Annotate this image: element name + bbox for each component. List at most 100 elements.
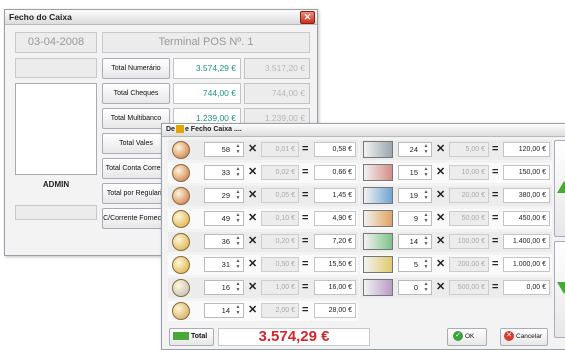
coin-count-input[interactable]: 33 ▲ ▼ xyxy=(204,165,244,180)
coin-icon xyxy=(172,141,190,159)
spinner-icon[interactable]: ▲ ▼ xyxy=(422,258,430,270)
note-unit-value: 200,00 € xyxy=(449,257,489,272)
equals-icon: = xyxy=(492,166,499,178)
arrow-up-button[interactable] xyxy=(554,140,565,237)
window-titlebar: Fecho do Caixa ✕ xyxy=(5,10,317,25)
arrow-down-icon xyxy=(557,282,565,294)
equals-icon: = xyxy=(302,235,309,247)
multiply-icon: ✕ xyxy=(248,281,258,293)
total-row-system-value: 744,00 € xyxy=(244,83,310,104)
arrow-down-button[interactable] xyxy=(554,241,565,338)
ok-button[interactable]: ✓ OK xyxy=(447,328,487,346)
note-row: 24 ▲ ▼ ✕ 5,00 € = 120,00 € xyxy=(360,140,552,160)
multiply-icon: ✕ xyxy=(248,258,258,270)
coin-row: 58 ▲ ▼ ✕ 0,01 € = 0,58 € xyxy=(168,140,358,160)
note-count-input[interactable]: 19 ▲ ▼ xyxy=(398,188,432,203)
date-field: 03-04-2008 xyxy=(15,32,97,53)
note-unit-value: 5,00 € xyxy=(449,142,489,157)
total-row-button[interactable]: Total por Regulariz xyxy=(102,183,170,204)
close-icon[interactable]: ✕ xyxy=(300,11,315,24)
spinner-icon[interactable]: ▲ ▼ xyxy=(422,189,430,201)
dialog-title: e Fecho Caixa .... xyxy=(184,126,242,133)
coin-unit-value: 0,01 € xyxy=(261,142,299,157)
coin-row-total: 4,90 € xyxy=(314,211,356,226)
spinner-icon[interactable]: ▲ ▼ xyxy=(234,166,242,178)
cancel-label: Cancelar xyxy=(516,333,543,340)
note-unit-value: 20,00 € xyxy=(449,188,489,203)
coin-row: 49 ▲ ▼ ✕ 0,10 € = 4,90 € xyxy=(168,209,358,229)
multiply-icon: ✕ xyxy=(248,143,258,155)
note-row-total: 150,00 € xyxy=(503,165,550,180)
user-photo xyxy=(15,83,97,175)
coin-row: 14 ▲ ▼ ✕ 2,00 € = 28,00 € xyxy=(168,301,358,321)
cancel-icon: ✕ xyxy=(504,331,514,342)
coin-count-input[interactable]: 58 ▲ ▼ xyxy=(204,142,244,157)
coin-icon xyxy=(172,164,190,182)
note-count-input[interactable]: 5 ▲ ▼ xyxy=(398,257,432,272)
total-button[interactable]: Total xyxy=(169,328,214,346)
coin-icon xyxy=(172,233,190,251)
coin-unit-value: 0,05 € xyxy=(261,188,299,203)
coin-count-value: 58 xyxy=(221,145,230,154)
coin-row: 29 ▲ ▼ ✕ 0,05 € = 1,45 € xyxy=(168,186,358,206)
equals-icon: = xyxy=(492,281,499,293)
banknote-icon xyxy=(363,187,393,204)
spinner-icon[interactable]: ▲ ▼ xyxy=(422,212,430,224)
coin-count-input[interactable]: 49 ▲ ▼ xyxy=(204,211,244,226)
note-count-value: 5 xyxy=(413,260,418,269)
equals-icon: = xyxy=(302,189,309,201)
coin-unit-value: 0,02 € xyxy=(261,165,299,180)
note-count-value: 19 xyxy=(409,191,418,200)
total-row-button[interactable]: Total Numerário xyxy=(102,58,170,79)
coin-count-input[interactable]: 16 ▲ ▼ xyxy=(204,280,244,295)
spinner-icon[interactable]: ▲ ▼ xyxy=(234,304,242,316)
note-count-input[interactable]: 24 ▲ ▼ xyxy=(398,142,432,157)
total-row-button[interactable]: Total Conta Corrent xyxy=(102,158,170,179)
window-title: Fecho do Caixa xyxy=(9,12,72,22)
note-count-value: 0 xyxy=(413,283,418,292)
coin-count-input[interactable]: 14 ▲ ▼ xyxy=(204,303,244,318)
multiply-icon: ✕ xyxy=(436,189,446,201)
cancel-button[interactable]: ✕ Cancelar xyxy=(500,328,548,346)
coin-icon xyxy=(172,302,190,320)
equals-icon: = xyxy=(302,143,309,155)
spinner-icon[interactable]: ▲ ▼ xyxy=(234,212,242,224)
note-count-input[interactable]: 0 ▲ ▼ xyxy=(398,280,432,295)
note-row: 0 ▲ ▼ ✕ 500,00 € = 0,00 € xyxy=(360,278,552,298)
note-row: 19 ▲ ▼ ✕ 20,00 € = 380,00 € xyxy=(360,186,552,206)
coin-row: 16 ▲ ▼ ✕ 1,00 € = 16,00 € xyxy=(168,278,358,298)
equals-icon: = xyxy=(302,258,309,270)
total-row-button[interactable]: Total Multibanco xyxy=(102,108,170,129)
coin-count-input[interactable]: 29 ▲ ▼ xyxy=(204,188,244,203)
spinner-icon[interactable]: ▲ ▼ xyxy=(234,258,242,270)
coin-row: 33 ▲ ▼ ✕ 0,02 € = 0,66 € xyxy=(168,163,358,183)
total-row-button[interactable]: C/Corrente Forneced xyxy=(102,208,170,229)
arrow-up-icon xyxy=(557,181,565,193)
note-count-input[interactable]: 9 ▲ ▼ xyxy=(398,211,432,226)
note-count-value: 15 xyxy=(409,168,418,177)
spinner-icon[interactable]: ▲ ▼ xyxy=(234,235,242,247)
banknote-icon xyxy=(363,279,393,296)
spinner-icon[interactable]: ▲ ▼ xyxy=(422,143,430,155)
coin-count-input[interactable]: 31 ▲ ▼ xyxy=(204,257,244,272)
coin-row-total: 7,20 € xyxy=(314,234,356,249)
coin-count-value: 33 xyxy=(221,168,230,177)
multiply-icon: ✕ xyxy=(436,281,446,293)
coin-count-value: 49 xyxy=(221,214,230,223)
spinner-icon[interactable]: ▲ ▼ xyxy=(422,235,430,247)
blank-field xyxy=(15,58,97,78)
total-row-button[interactable]: Total Cheques xyxy=(102,83,170,104)
coin-count-input[interactable]: 36 ▲ ▼ xyxy=(204,234,244,249)
note-row-total: 0,00 € xyxy=(503,280,550,295)
spinner-icon[interactable]: ▲ ▼ xyxy=(234,189,242,201)
note-count-input[interactable]: 14 ▲ ▼ xyxy=(398,234,432,249)
note-count-value: 24 xyxy=(409,145,418,154)
spinner-icon[interactable]: ▲ ▼ xyxy=(422,281,430,293)
note-count-input[interactable]: 15 ▲ ▼ xyxy=(398,165,432,180)
note-unit-value: 500,00 € xyxy=(449,280,489,295)
spinner-icon[interactable]: ▲ ▼ xyxy=(422,166,430,178)
cash-count-dialog: De e Fecho Caixa .... 58 ▲ ▼ ✕ 0,01 € = 0,58 €3… xyxy=(161,123,565,350)
total-row-button[interactable]: Total Vales xyxy=(102,133,170,154)
spinner-icon[interactable]: ▲ ▼ xyxy=(234,143,242,155)
spinner-icon[interactable]: ▲ ▼ xyxy=(234,281,242,293)
